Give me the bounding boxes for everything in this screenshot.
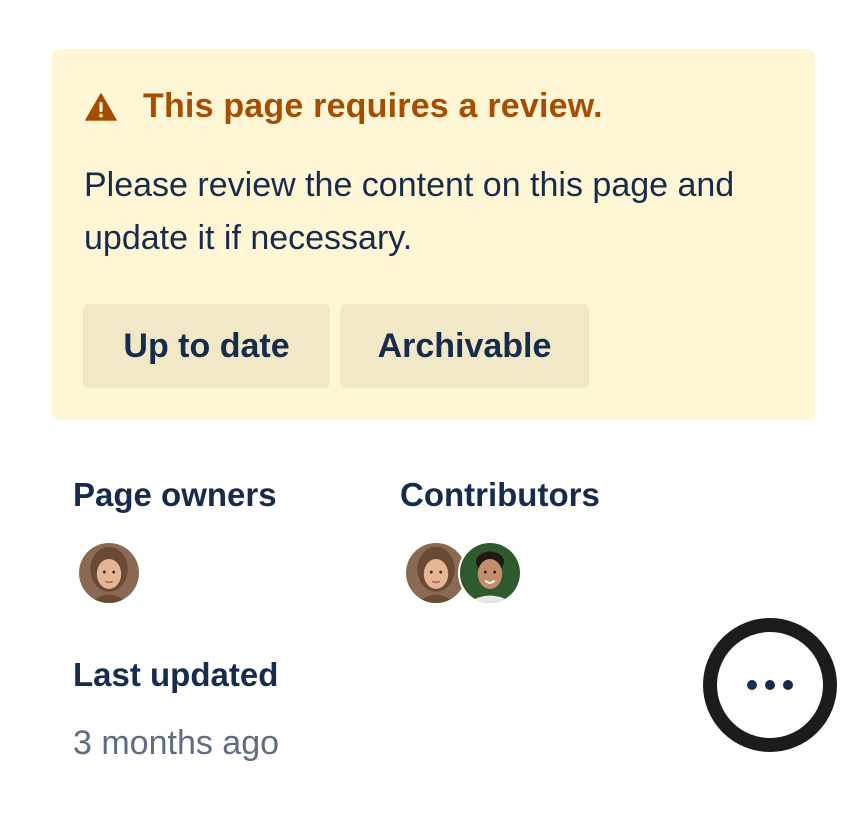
contributor-avatar-man[interactable] (458, 541, 522, 605)
banner-title-row: This page requires a review. (85, 87, 603, 126)
page-owners-label: Page owners (73, 476, 277, 513)
archivable-button[interactable]: Archivable (340, 304, 589, 388)
warning-icon (85, 92, 117, 121)
banner-title: This page requires a review. (143, 87, 603, 125)
last-updated-label: Last updated (73, 656, 279, 693)
up-to-date-button[interactable]: Up to date (83, 304, 330, 388)
review-banner: This page requires a review. Please revi… (52, 49, 815, 420)
banner-message: Please review the content on this page a… (84, 166, 735, 257)
more-horizontal-icon (743, 680, 797, 690)
last-updated-value: 3 months ago (73, 724, 280, 762)
contributors-label: Contributors (400, 476, 600, 513)
page-owner-avatar[interactable] (77, 541, 141, 605)
more-actions-button[interactable] (703, 618, 837, 752)
